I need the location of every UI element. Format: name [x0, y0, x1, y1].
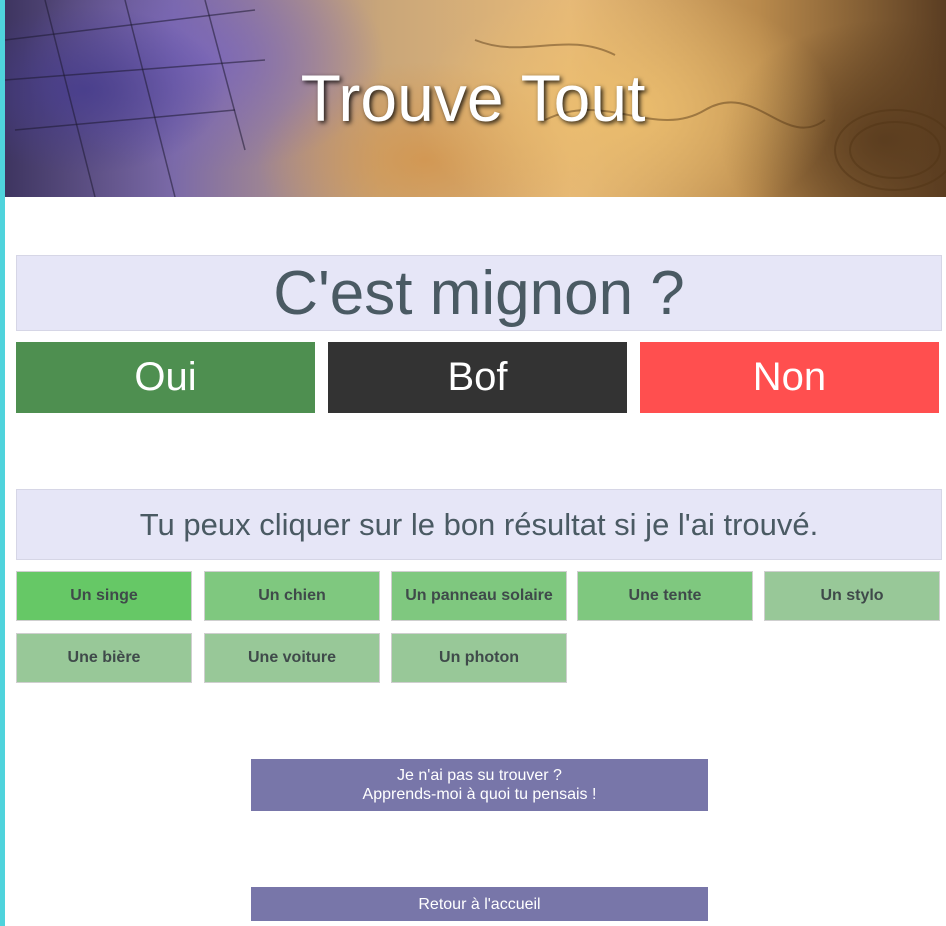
answer-maybe-button[interactable]: Bof — [328, 342, 627, 413]
site-title: Trouve Tout — [300, 61, 646, 135]
teach-me-line-2: Apprends-moi à quoi tu pensais ! — [362, 786, 597, 803]
hint-panel: Tu peux cliquer sur le bon résultat si j… — [16, 489, 942, 560]
guess-button[interactable]: Un stylo — [764, 571, 940, 621]
teach-me-line-1: Je n'ai pas su trouver ? — [397, 767, 562, 784]
guess-button[interactable]: Une tente — [577, 571, 753, 621]
guess-button[interactable]: Un chien — [204, 571, 380, 621]
question-text: C'est mignon ? — [273, 258, 685, 328]
answer-no-button[interactable]: Non — [640, 342, 939, 413]
teach-me-button[interactable]: Je n'ai pas su trouver ? Apprends-moi à … — [251, 759, 708, 811]
back-home-button[interactable]: Retour à l'accueil — [251, 887, 708, 921]
guess-button[interactable]: Une voiture — [204, 633, 380, 683]
guess-button[interactable]: Une bière — [16, 633, 192, 683]
hint-text: Tu peux cliquer sur le bon résultat si j… — [139, 506, 819, 542]
question-panel: C'est mignon ? — [16, 255, 942, 331]
answer-yes-button[interactable]: Oui — [16, 342, 315, 413]
guess-button[interactable]: Un photon — [391, 633, 567, 683]
guess-button[interactable]: Un panneau solaire — [391, 571, 567, 621]
guess-button[interactable]: Un singe — [16, 571, 192, 621]
